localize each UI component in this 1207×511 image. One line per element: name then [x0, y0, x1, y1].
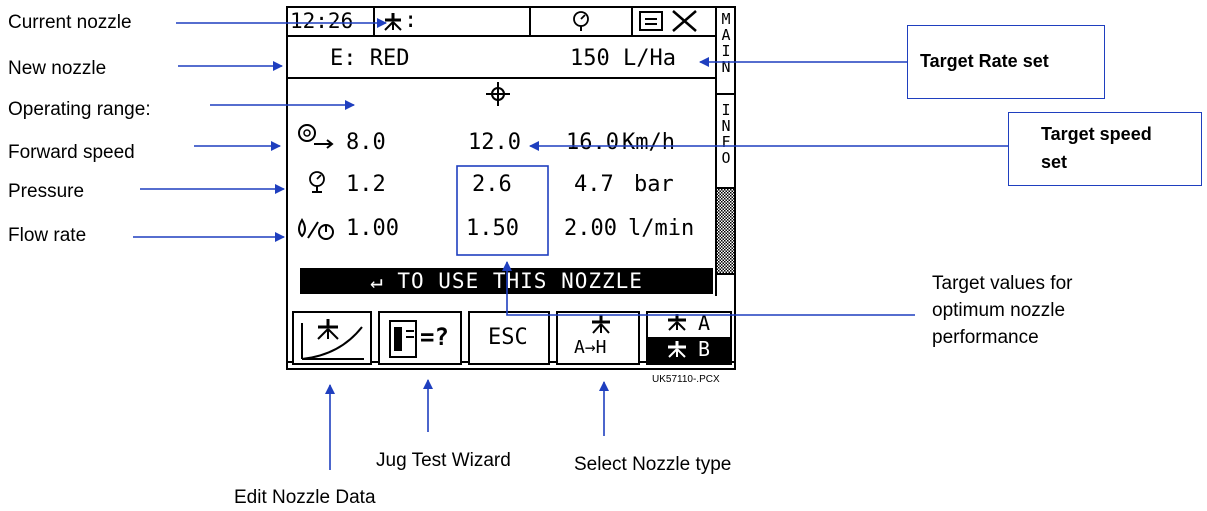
target-values-box: [456, 165, 549, 256]
arrow-target-values: [502, 261, 915, 316]
annotation-arrows: [133, 18, 1008, 470]
